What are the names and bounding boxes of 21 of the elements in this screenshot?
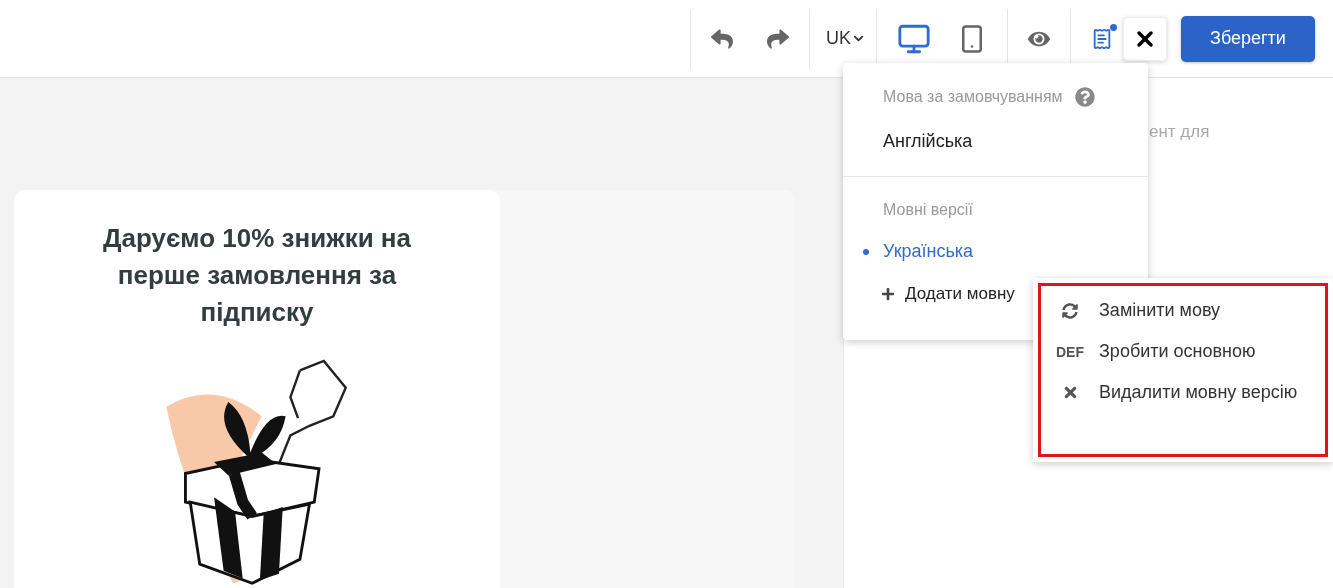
undo-icon xyxy=(711,27,733,50)
help-icon[interactable] xyxy=(1074,87,1095,107)
menu-item[interactable]: Замінити мову xyxy=(1055,300,1325,321)
def-label: DEF xyxy=(1056,343,1084,360)
language-dropdown[interactable]: UK xyxy=(826,28,864,49)
menu-item[interactable]: DEF Зробити основною xyxy=(1055,341,1325,362)
default-language: Англійська xyxy=(883,131,974,152)
add-language-link[interactable]: Додати мовну xyxy=(905,284,1015,304)
receipt-icon xyxy=(1091,27,1113,50)
refresh-icon xyxy=(1062,302,1078,319)
promo-title: Даруємо 10% знижки на перше замовлення за підписку xyxy=(102,222,412,329)
close-button[interactable] xyxy=(1123,16,1167,61)
panel-text: ент для xyxy=(1149,122,1210,141)
redo-icon xyxy=(767,27,789,50)
language-version-item[interactable]: Українська xyxy=(863,241,974,262)
save-button[interactable]: Зберегти xyxy=(1181,15,1315,62)
caret-icon xyxy=(853,33,864,44)
plus-icon xyxy=(881,287,895,301)
menu-item[interactable]: Видалити мовну версію xyxy=(1055,382,1325,403)
default-language-label: Мова за замовчуванням xyxy=(883,88,1063,106)
versions-label: Мовні версії xyxy=(883,201,974,219)
